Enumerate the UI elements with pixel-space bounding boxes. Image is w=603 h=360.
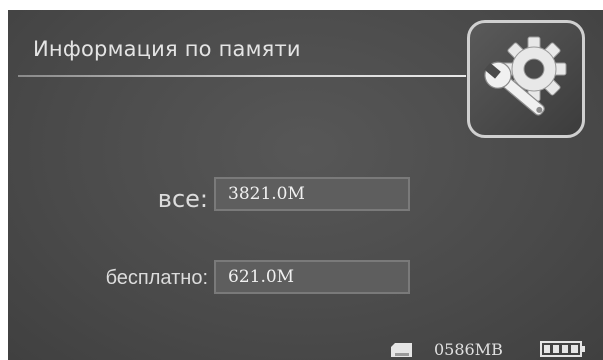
sd-card-icon (391, 343, 412, 357)
settings-button[interactable] (467, 20, 585, 138)
title-underline (18, 75, 466, 77)
free-memory-label: бесплатно: (105, 267, 208, 289)
memory-info-screen: Информация по памяти все: 3821.0M беспла… (8, 10, 603, 360)
free-memory-value: 621.0M (214, 260, 410, 294)
status-bar: 0586MB (388, 338, 603, 360)
gear-wrench-icon (484, 36, 567, 116)
battery-icon (540, 341, 585, 357)
page-title: Информация по памяти (33, 37, 301, 61)
storage-indicator: 0586MB (434, 340, 503, 359)
total-memory-value: 3821.0M (214, 177, 410, 211)
total-memory-label: все: (157, 185, 208, 213)
